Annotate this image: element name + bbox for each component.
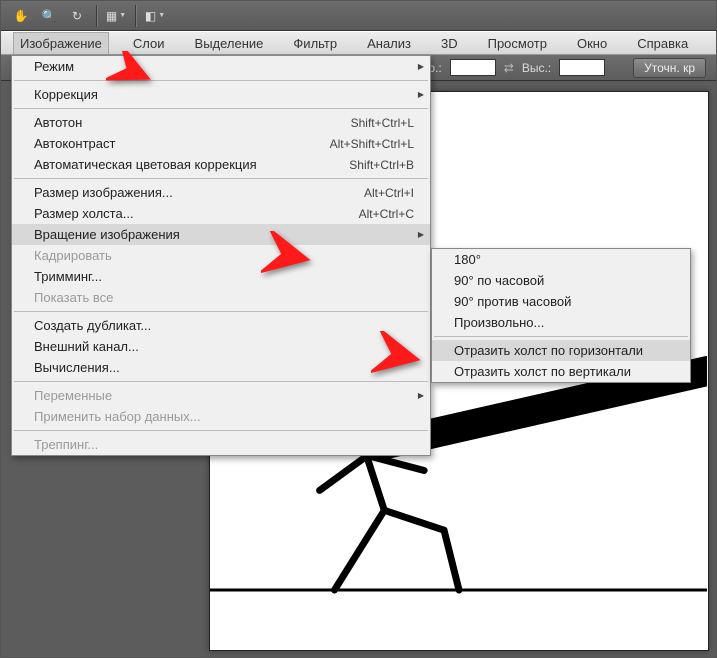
- menu-3d[interactable]: 3D: [435, 32, 464, 54]
- menu-window[interactable]: Окно: [571, 32, 613, 54]
- hand-tool-icon[interactable]: ✋: [9, 5, 33, 27]
- menu-analysis[interactable]: Анализ: [361, 32, 417, 54]
- menu-variables: Переменные: [12, 385, 430, 406]
- menu-adjustments[interactable]: Коррекция: [12, 84, 430, 105]
- menu-image-size[interactable]: Размер изображения...Alt+Ctrl+I: [12, 182, 430, 203]
- flip-vertical[interactable]: Отразить холст по вертикали: [432, 361, 690, 382]
- flip-horizontal[interactable]: Отразить холст по горизонтали: [432, 340, 690, 361]
- toolbar-separator: [135, 5, 136, 27]
- menu-help[interactable]: Справка: [631, 32, 694, 54]
- image-menu-dropdown: Режим Коррекция АвтотонShift+Ctrl+L Авто…: [11, 55, 431, 456]
- height-input[interactable]: [559, 59, 605, 76]
- menu-apply-dataset: Применить набор данных...: [12, 406, 430, 427]
- zoom-tool-icon[interactable]: 🔍: [37, 5, 61, 27]
- arrange-icon[interactable]: ◧▼: [143, 5, 167, 27]
- menu-canvas-size[interactable]: Размер холста...Alt+Ctrl+C: [12, 203, 430, 224]
- menu-view[interactable]: Просмотр: [482, 32, 553, 54]
- menu-select[interactable]: Выделение: [189, 32, 270, 54]
- width-input[interactable]: [450, 59, 496, 76]
- menu-autocontrast[interactable]: АвтоконтрастAlt+Shift+Ctrl+L: [12, 133, 430, 154]
- menu-autotone[interactable]: АвтотонShift+Ctrl+L: [12, 112, 430, 133]
- menu-apply-image[interactable]: Внешний канал...: [12, 336, 430, 357]
- height-label: Выс.:: [522, 61, 551, 75]
- rotate-90-ccw[interactable]: 90° против часовой: [432, 291, 690, 312]
- refine-edge-button[interactable]: Уточн. кр: [633, 58, 706, 78]
- annotation-arrow-icon: [106, 51, 176, 111]
- app-toolbar: ✋ 🔍 ↻ ▦▼ ◧▼: [1, 1, 716, 31]
- rotate-90-cw[interactable]: 90° по часовой: [432, 270, 690, 291]
- menu-trap: Треппинг...: [12, 434, 430, 455]
- menu-trim[interactable]: Тримминг...: [12, 266, 430, 287]
- screen-mode-icon[interactable]: ▦▼: [104, 5, 128, 27]
- menu-mode[interactable]: Режим: [12, 56, 430, 77]
- menu-reveal-all: Показать все: [12, 287, 430, 308]
- rotate-180[interactable]: 180°: [432, 249, 690, 270]
- image-rotation-submenu: 180° 90° по часовой 90° против часовой П…: [431, 248, 691, 383]
- menu-image-rotation[interactable]: Вращение изображения: [12, 224, 430, 245]
- menu-duplicate[interactable]: Создать дубликат...: [12, 315, 430, 336]
- menu-calculations[interactable]: Вычисления...: [12, 357, 430, 378]
- swap-icon[interactable]: ⇄: [504, 61, 514, 75]
- rotate-arbitrary[interactable]: Произвольно...: [432, 312, 690, 333]
- menu-autocolor[interactable]: Автоматическая цветовая коррекцияShift+C…: [12, 154, 430, 175]
- menu-image[interactable]: Изображение: [13, 32, 109, 54]
- menu-crop: Кадрировать: [12, 245, 430, 266]
- rotate-view-icon[interactable]: ↻: [65, 5, 89, 27]
- annotation-arrow-icon: [261, 231, 336, 291]
- annotation-arrow-icon: [371, 331, 446, 391]
- toolbar-separator: [96, 5, 97, 27]
- menu-filter[interactable]: Фильтр: [287, 32, 343, 54]
